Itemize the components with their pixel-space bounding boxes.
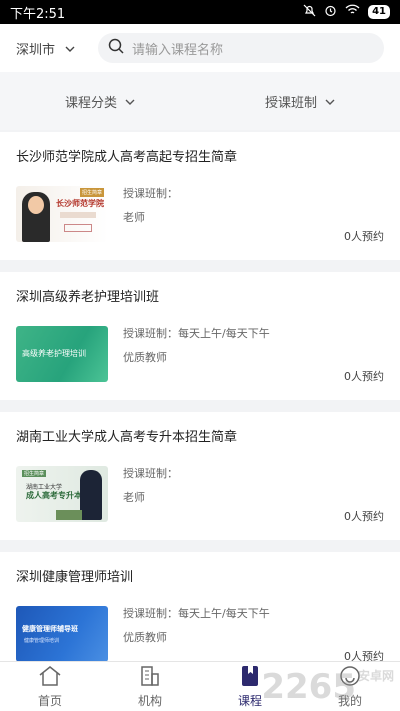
watermark-text: 2265 — [261, 667, 356, 707]
mute-icon — [303, 4, 316, 21]
tab-label: 机构 — [137, 693, 162, 708]
course-card[interactable]: 湖南工业大学成人高考专升本招生简章 招生简章 湖南工业大学 成人高考专升本 授课… — [0, 412, 400, 540]
course-card[interactable]: 深圳高级养老护理培训班 高级养老护理培训 授课班制：每天上午/每天下午 优质教师… — [0, 272, 400, 400]
home-icon — [38, 665, 62, 690]
thumbnail-title: 长沙师范学院 — [56, 199, 104, 208]
filter-label: 授课班制 — [264, 95, 317, 111]
status-bar: 下午2:51 41 — [0, 0, 400, 24]
building-icon — [138, 665, 162, 690]
status-time: 下午2:51 — [10, 6, 66, 22]
course-teacher: 优质教师 — [123, 631, 167, 644]
thumbnail-tag: 招生简章 — [22, 470, 47, 477]
course-card[interactable]: 长沙师范学院成人高考高起专招生简章 长沙师范学院 招生简章 授课班制： 老师 0… — [0, 132, 400, 260]
course-thumbnail: 高级养老护理培训 — [16, 326, 108, 382]
filter-course-category[interactable]: 课程分类 — [0, 92, 200, 111]
filter-bar: 课程分类 授课班制 — [0, 72, 400, 130]
course-thumbnail: 长沙师范学院 招生简章 — [16, 186, 108, 242]
wifi-icon — [345, 4, 360, 20]
chevron-down-icon — [65, 41, 75, 56]
filter-label: 课程分类 — [64, 95, 117, 111]
thumbnail-tag: 招生简章 — [79, 188, 104, 197]
filter-class-schedule[interactable]: 授课班制 — [200, 92, 400, 111]
status-icons: 41 — [303, 4, 390, 21]
tab-label: 首页 — [37, 693, 62, 708]
chevron-down-icon — [125, 94, 135, 109]
tab-label: 课程 — [237, 693, 262, 708]
course-thumbnail: 招生简章 湖南工业大学 成人高考专升本 — [16, 466, 108, 522]
course-title: 深圳高级养老护理培训班 — [16, 290, 160, 305]
course-schedule: 授课班制： — [123, 467, 178, 480]
course-thumbnail: 健康管理师辅导班 健康管理师培训 — [16, 606, 108, 662]
city-selector[interactable]: 深圳市 — [16, 39, 98, 58]
thumbnail-title: 高级养老护理培训 — [22, 349, 86, 358]
course-schedule: 授课班制：每天上午/每天下午 — [123, 327, 270, 340]
course-teacher: 优质教师 — [123, 351, 167, 364]
chevron-down-icon — [325, 94, 335, 109]
battery-icon: 41 — [368, 5, 390, 19]
course-schedule: 授课班制：每天上午/每天下午 — [123, 607, 270, 620]
city-label: 深圳市 — [16, 42, 56, 58]
search-bar: 深圳市 请输入课程名称 — [0, 24, 400, 72]
course-title: 湖南工业大学成人高考专升本招生简章 — [16, 430, 238, 445]
course-title: 长沙师范学院成人高考高起专招生简章 — [16, 150, 238, 165]
watermark-suffix: 安卓网 — [357, 669, 394, 683]
alarm-icon — [324, 4, 337, 21]
tab-institution[interactable]: 机构 — [100, 662, 200, 711]
site-watermark: 2265 安卓网 — [261, 667, 394, 707]
book-icon — [238, 665, 262, 690]
booking-count: 0人预约 — [344, 370, 384, 383]
search-icon — [108, 38, 124, 58]
tab-home[interactable]: 首页 — [0, 662, 100, 711]
thumbnail-line2: 成人高考专升本 — [26, 491, 82, 500]
course-title: 深圳健康管理师培训 — [16, 570, 134, 585]
search-input[interactable]: 请输入课程名称 — [98, 33, 384, 63]
thumbnail-subtitle: 健康管理师培训 — [24, 638, 60, 644]
booking-count: 0人预约 — [344, 510, 384, 523]
course-teacher: 老师 — [123, 491, 145, 504]
course-teacher: 老师 — [123, 211, 145, 224]
course-schedule: 授课班制： — [123, 187, 178, 200]
search-placeholder: 请输入课程名称 — [132, 42, 224, 58]
course-list: 长沙师范学院成人高考高起专招生简章 长沙师范学院 招生简章 授课班制： 老师 0… — [0, 132, 400, 692]
thumbnail-title: 健康管理师辅导班 — [22, 625, 78, 633]
booking-count: 0人预约 — [344, 230, 384, 243]
